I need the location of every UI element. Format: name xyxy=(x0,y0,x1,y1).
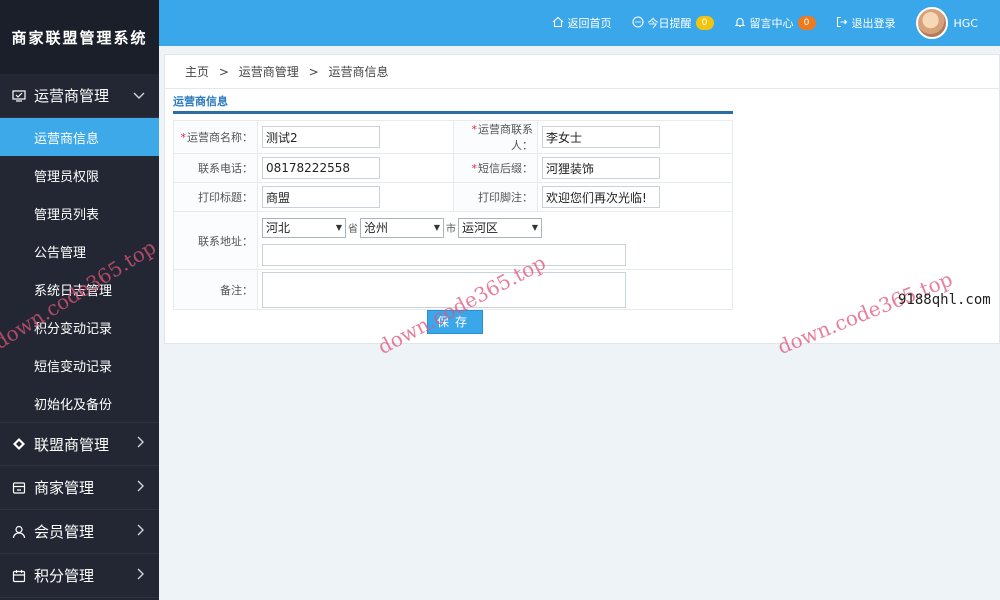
province-unit: 省 xyxy=(348,224,358,235)
sidebar-item-admin-permissions[interactable]: 管理员权限 xyxy=(0,156,159,194)
logout-icon xyxy=(836,16,848,31)
phone-label: 联系电话： xyxy=(173,153,258,183)
sidebar-group-label: 积分管理 xyxy=(34,567,95,585)
address-selects: 河北 ▼ 省 沧州 ▼ 市 运河区 ▼ xyxy=(262,216,728,240)
top-bar: 返回首页 今日提醒 0 留言中心 0 退出登录 HGC xyxy=(159,0,1000,46)
dropdown-arrow-icon: ▼ xyxy=(433,223,440,232)
logout-link[interactable]: 退出登录 xyxy=(836,15,896,31)
operator-info-form: *运营商名称： 测试2 *运营商联系人： 李女士 联系电话： 081782225… xyxy=(173,120,733,310)
diamond-icon xyxy=(12,437,26,451)
sidebar-item-announcements[interactable]: 公告管理 xyxy=(0,232,159,270)
sidebar-group-members[interactable]: 会员管理 xyxy=(0,510,159,554)
sidebar-group-label: 联盟商管理 xyxy=(34,435,110,454)
sidebar-group-operator[interactable]: 运营商管理 xyxy=(0,74,159,118)
home-link[interactable]: 返回首页 xyxy=(552,15,612,31)
phone-input[interactable]: 08178222558 xyxy=(262,157,380,179)
section-divider xyxy=(173,111,733,114)
app-logo: 商家联盟管理系统 xyxy=(0,0,159,74)
logout-label: 退出登录 xyxy=(851,17,896,30)
watermark-side: 9188qhl.com xyxy=(898,292,991,308)
chevron-right-icon xyxy=(137,436,145,452)
district-select[interactable]: 运河区 ▼ xyxy=(458,217,542,238)
message-center-label: 留言中心 xyxy=(749,17,794,30)
sms-suffix-input[interactable]: 河狸装饰 xyxy=(542,157,660,179)
operator-name-input[interactable]: 测试2 xyxy=(262,126,380,148)
sidebar-item-operator-info[interactable]: 运营商信息 xyxy=(0,118,159,156)
breadcrumb-separator: > xyxy=(218,65,229,79)
home-icon xyxy=(552,16,564,31)
chat-icon xyxy=(631,15,644,31)
sidebar-group-label: 运营商管理 xyxy=(34,87,110,105)
sidebar-group-merchants[interactable]: 商家管理 xyxy=(0,466,159,510)
chevron-down-icon xyxy=(133,88,145,104)
city-unit: 市 xyxy=(446,224,456,235)
print-title-label: 打印标题： xyxy=(173,182,258,212)
sidebar-group-label: 会员管理 xyxy=(34,523,95,541)
operator-contact-input[interactable]: 李女士 xyxy=(542,126,660,148)
chevron-right-icon xyxy=(137,568,145,584)
address-label: 联系地址： xyxy=(173,211,258,270)
username: HGC xyxy=(953,16,978,30)
sidebar: 商家联盟管理系统 运营商管理 运营商信息 管理员权限 管理员列表 公告管理 系统… xyxy=(0,0,159,600)
today-reminder-link[interactable]: 今日提醒 0 xyxy=(631,15,714,31)
print-footer-input[interactable]: 欢迎您们再次光临! xyxy=(542,186,660,208)
bell-icon xyxy=(734,16,746,31)
chevron-right-icon xyxy=(137,524,145,540)
calendar-icon xyxy=(12,569,26,583)
sidebar-group-points[interactable]: 积分管理 xyxy=(0,554,159,598)
message-center-link[interactable]: 留言中心 0 xyxy=(734,15,816,31)
operator-contact-label: *运营商联系人： xyxy=(453,120,538,154)
address-detail-input[interactable] xyxy=(262,243,626,266)
store-icon xyxy=(12,481,26,495)
sms-suffix-label: *短信后缀： xyxy=(453,153,538,183)
today-reminder-label: 今日提醒 xyxy=(647,17,692,30)
print-title-input[interactable]: 商盟 xyxy=(262,186,380,208)
print-footer-label: 打印脚注： xyxy=(453,182,538,212)
today-reminder-badge: 0 xyxy=(695,16,714,30)
sidebar-item-init-backup[interactable]: 初始化及备份 xyxy=(0,384,159,422)
breadcrumb-separator: > xyxy=(308,65,319,79)
remark-textarea[interactable] xyxy=(262,271,626,308)
message-center-badge: 0 xyxy=(797,16,816,30)
dropdown-arrow-icon: ▼ xyxy=(531,223,538,232)
main-panel: 主页 > 运营商管理 > 运营商信息 运营商信息 *运营商名称： 测试2 *运营… xyxy=(164,54,1000,344)
chevron-right-icon xyxy=(137,480,145,496)
city-select[interactable]: 沧州 ▼ xyxy=(360,217,444,238)
save-button[interactable]: 保存 xyxy=(427,310,483,334)
sidebar-group-label: 商家管理 xyxy=(34,479,95,497)
province-select[interactable]: 河北 ▼ xyxy=(262,217,346,238)
breadcrumb-item-home[interactable]: 主页 xyxy=(185,65,209,79)
sidebar-item-system-logs[interactable]: 系统日志管理 xyxy=(0,270,159,308)
dropdown-arrow-icon: ▼ xyxy=(335,223,342,232)
home-link-label: 返回首页 xyxy=(567,17,612,30)
breadcrumb: 主页 > 运营商管理 > 运营商信息 xyxy=(165,55,999,89)
user-icon xyxy=(12,525,26,539)
sidebar-item-admin-list[interactable]: 管理员列表 xyxy=(0,194,159,232)
sidebar-item-points-records[interactable]: 积分变动记录 xyxy=(0,308,159,346)
monitor-icon xyxy=(12,89,26,103)
avatar[interactable] xyxy=(915,7,948,39)
sidebar-group-alliance[interactable]: 联盟商管理 xyxy=(0,422,159,466)
sidebar-item-sms-records[interactable]: 短信变动记录 xyxy=(0,346,159,384)
breadcrumb-item-operator-management[interactable]: 运营商管理 xyxy=(239,65,299,79)
breadcrumb-item-operator-info: 运营商信息 xyxy=(328,65,389,79)
remark-label: 备注： xyxy=(173,269,258,310)
operator-name-label: *运营商名称： xyxy=(173,120,258,154)
section-title: 运营商信息 xyxy=(173,95,228,108)
